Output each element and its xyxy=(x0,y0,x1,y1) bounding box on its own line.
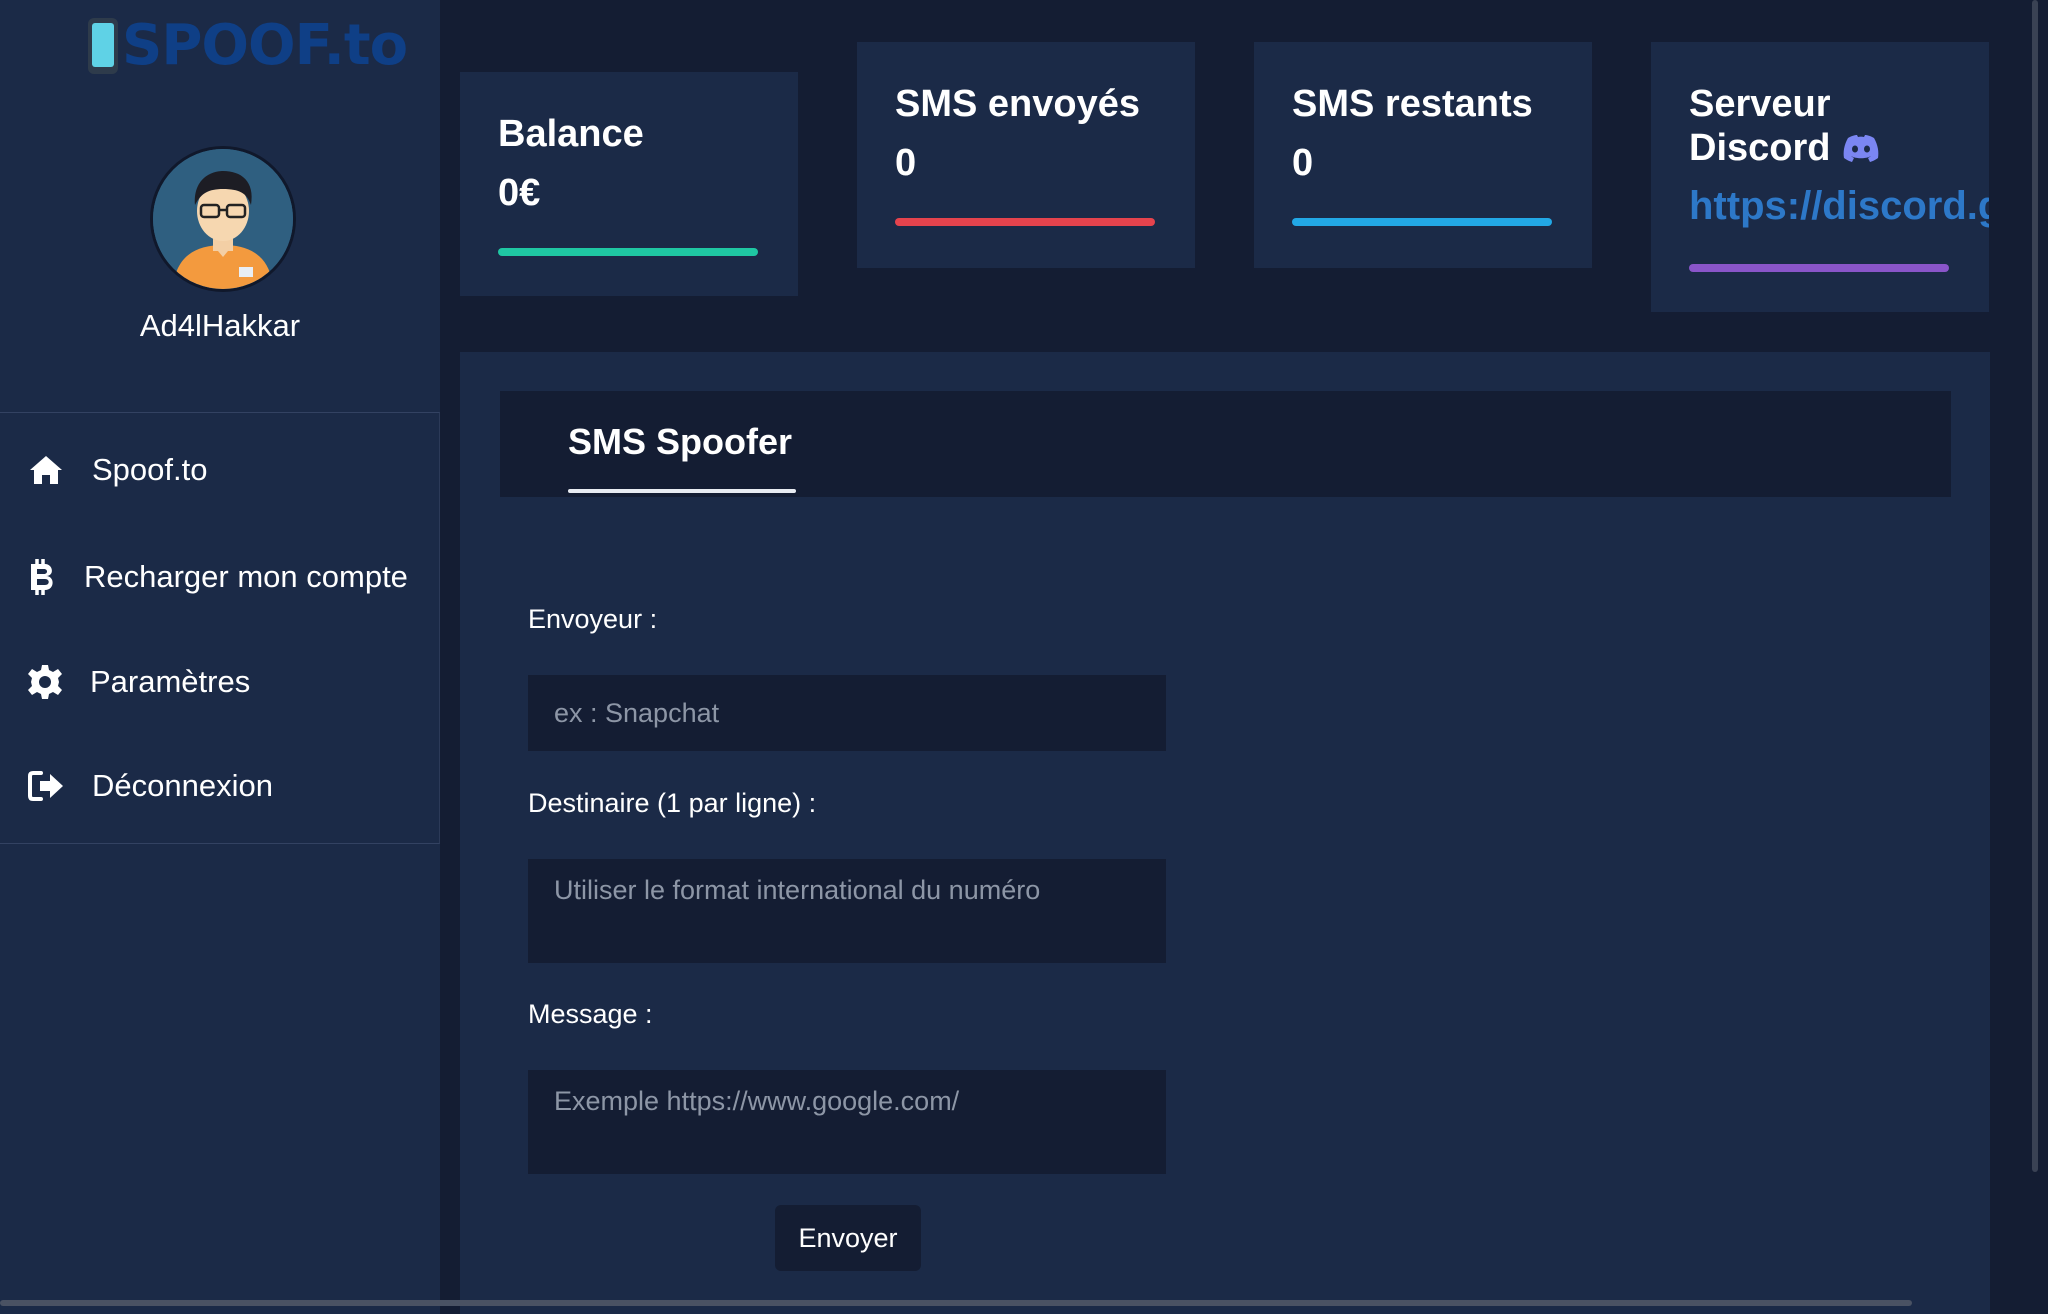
sender-input[interactable] xyxy=(528,675,1166,751)
sms-left-value: 0 xyxy=(1292,142,1314,184)
sidebar-item-logout[interactable]: Déconnexion xyxy=(0,736,439,836)
sidebar-item-label: Paramètres xyxy=(90,664,251,699)
discord-bar xyxy=(1689,264,1949,272)
send-button[interactable]: Envoyer xyxy=(775,1205,921,1271)
sidebar-item-settings[interactable]: Paramètres xyxy=(0,632,439,732)
sms-sent-bar xyxy=(895,218,1155,226)
avatar xyxy=(150,146,296,292)
sms-sent-title: SMS envoyés xyxy=(895,83,1140,125)
balance-bar xyxy=(498,248,758,256)
sidebar-item-home[interactable]: Spoof.to xyxy=(0,420,439,520)
sidebar-item-label: Spoof.to xyxy=(92,452,208,487)
sidebar-nav: Spoof.to Recharger mon compte Paramètres… xyxy=(0,412,440,844)
sms-sent-value: 0 xyxy=(895,142,917,184)
message-input[interactable] xyxy=(528,1070,1166,1174)
sidebar-item-recharge[interactable]: Recharger mon compte xyxy=(0,527,439,627)
tab-bar: SMS Spoofer xyxy=(500,391,1951,497)
phone-icon xyxy=(88,18,118,74)
vertical-scrollbar[interactable] xyxy=(2032,0,2038,1172)
username: Ad4lHakkar xyxy=(139,308,301,343)
balance-title: Balance xyxy=(498,113,644,155)
active-tab-indicator xyxy=(568,489,796,493)
user-avatar-icon xyxy=(153,149,293,289)
sms-left-title: SMS restants xyxy=(1292,83,1533,125)
recipients-input[interactable] xyxy=(528,859,1166,963)
discord-title-line1: Serveur xyxy=(1689,83,1831,125)
sms-sent-card: SMS envoyés 0 xyxy=(857,42,1195,268)
logo-text: SPOOF.to xyxy=(122,13,408,78)
sidebar: SPOOF.to Ad4lHakkar Spoof.to Recharger m… xyxy=(0,0,440,1314)
discord-icon xyxy=(1842,134,1880,162)
tab-sms-spoofer[interactable]: SMS Spoofer xyxy=(568,421,792,463)
logout-icon xyxy=(28,768,64,804)
balance-value: 0€ xyxy=(498,172,541,214)
bitcoin-icon xyxy=(25,559,61,595)
home-icon xyxy=(28,452,64,488)
message-label: Message : xyxy=(528,999,653,1029)
sidebar-item-label: Déconnexion xyxy=(92,768,273,803)
discord-link[interactable]: https://discord.gg/3c xyxy=(1689,184,1989,229)
recipients-label: Destinaire (1 par ligne) : xyxy=(528,788,817,818)
sms-left-bar xyxy=(1292,218,1552,226)
gear-icon xyxy=(27,664,63,700)
sender-label: Envoyeur : xyxy=(528,604,658,634)
discord-title-row: Discord xyxy=(1689,126,1880,170)
sms-left-card: SMS restants 0 xyxy=(1254,42,1592,268)
discord-title-line2: Discord xyxy=(1689,127,1831,169)
logo[interactable]: SPOOF.to xyxy=(88,13,408,78)
discord-card: Serveur Discord https://discord.gg/3c xyxy=(1651,42,1989,312)
balance-card: Balance 0€ xyxy=(460,72,798,296)
sms-spoofer-panel: SMS Spoofer Envoyeur : Destinaire (1 par… xyxy=(460,352,1990,1314)
sidebar-item-label: Recharger mon compte xyxy=(84,559,408,594)
horizontal-scrollbar[interactable] xyxy=(0,1300,1912,1306)
